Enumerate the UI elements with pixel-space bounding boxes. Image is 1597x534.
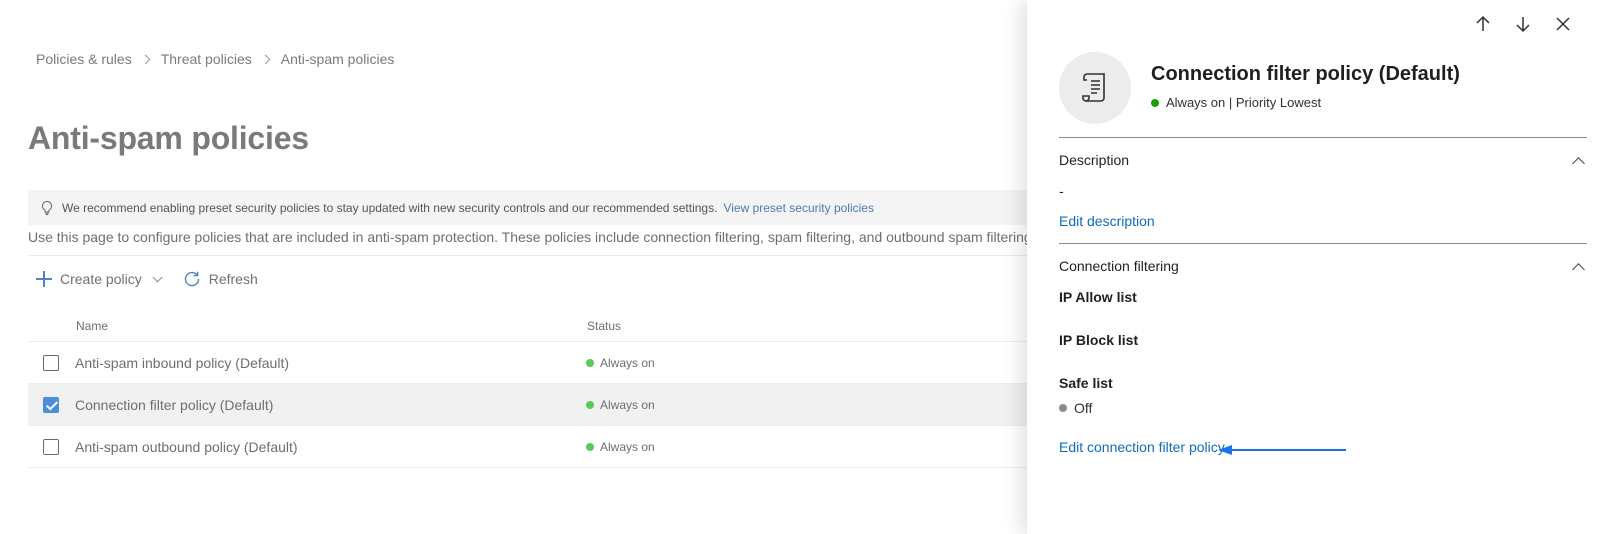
create-policy-button[interactable]: Create policy: [36, 271, 163, 287]
chevron-up-icon: [1572, 156, 1585, 170]
connection-filtering-section-toggle[interactable]: Connection filtering: [1059, 258, 1587, 276]
breadcrumb-item-policies-rules[interactable]: Policies & rules: [36, 51, 132, 67]
policy-name[interactable]: Connection filter policy (Default): [75, 397, 586, 413]
policy-name[interactable]: Anti-spam inbound policy (Default): [75, 355, 586, 371]
breadcrumb: Policies & rules Threat policies Anti-sp…: [36, 51, 394, 67]
toolbar: Create policy Refresh: [36, 270, 258, 288]
description-value: -: [1059, 183, 1064, 199]
connection-filtering-heading: Connection filtering: [1059, 258, 1179, 274]
page-description: Use this page to configure policies that…: [28, 229, 1027, 245]
safe-list-value-text: Off: [1074, 400, 1093, 416]
status-dot: [586, 442, 594, 451]
plus-icon: [36, 271, 52, 287]
row-checkbox[interactable]: [43, 354, 59, 371]
policies-table: Name Status Anti-spam inbound policy (De…: [28, 310, 1027, 468]
close-button[interactable]: [1553, 14, 1573, 34]
edit-description-link[interactable]: Edit description: [1059, 213, 1155, 229]
table-row[interactable]: Anti-spam inbound policy (Default) Alway…: [28, 342, 1027, 384]
safe-list-value: Off: [1059, 400, 1092, 416]
ip-block-list-label: IP Block list: [1059, 332, 1139, 348]
status-cell: Always on: [586, 356, 655, 370]
breadcrumb-item-threat-policies[interactable]: Threat policies: [161, 51, 252, 67]
description-heading: Description: [1059, 152, 1130, 168]
table-row[interactable]: Anti-spam outbound policy (Default) Alwa…: [28, 426, 1027, 468]
status-dot: [1059, 404, 1067, 412]
next-item-button[interactable]: [1513, 14, 1533, 34]
recommendation-banner: We recommend enabling preset security po…: [28, 190, 1027, 225]
chevron-up-icon: [1572, 262, 1585, 276]
policy-status-text: Always on | Priority Lowest: [1166, 95, 1322, 110]
status-text: Always on: [600, 355, 655, 370]
policy-name[interactable]: Anti-spam outbound policy (Default): [75, 439, 586, 455]
view-preset-policies-link[interactable]: View preset security policies: [723, 201, 874, 215]
description-section-toggle[interactable]: Description: [1059, 152, 1587, 170]
refresh-label: Refresh: [208, 271, 258, 287]
table-row[interactable]: Connection filter policy (Default) Alway…: [28, 384, 1027, 426]
main-page: Policies & rules Threat policies Anti-sp…: [0, 0, 1027, 534]
panel-actions: [1473, 14, 1573, 34]
edit-connection-filter-policy-link[interactable]: Edit connection filter policy: [1059, 439, 1225, 455]
status-cell: Always on: [586, 398, 655, 412]
divider: [28, 255, 1027, 256]
column-header-name[interactable]: Name: [76, 319, 587, 333]
row-checkbox[interactable]: [43, 438, 59, 455]
chevron-right-icon: [140, 54, 151, 64]
section-divider: [1059, 243, 1587, 244]
policy-status: Always on | Priority Lowest: [1151, 95, 1321, 110]
annotation-arrow-icon: [1218, 445, 1346, 455]
policy-avatar: [1059, 52, 1131, 124]
lightbulb-icon: [40, 200, 54, 216]
section-divider: [1059, 137, 1587, 138]
table-header: Name Status: [28, 310, 1027, 342]
arrow-down-icon: [1516, 17, 1530, 33]
banner-text: We recommend enabling preset security po…: [62, 200, 718, 215]
row-checkbox[interactable]: [43, 396, 59, 413]
page-title: Anti-spam policies: [28, 120, 309, 156]
breadcrumb-item-anti-spam: Anti-spam policies: [280, 51, 395, 67]
safe-list-label: Safe list: [1059, 375, 1113, 391]
status-dot: [586, 400, 594, 409]
chevron-right-icon: [260, 54, 271, 64]
ip-allow-list-label: IP Allow list: [1059, 289, 1137, 305]
refresh-button[interactable]: Refresh: [161, 270, 258, 288]
status-dot: [586, 358, 594, 367]
status-cell: Always on: [586, 440, 655, 454]
status-dot: [1151, 98, 1159, 107]
previous-item-button[interactable]: [1473, 14, 1493, 34]
refresh-icon: [184, 271, 199, 287]
column-header-status[interactable]: Status: [587, 319, 621, 333]
close-icon: [1556, 17, 1570, 31]
arrow-up-icon: [1476, 15, 1490, 31]
policy-title: Connection filter policy (Default): [1151, 63, 1460, 85]
scroll-document-icon: [1082, 73, 1105, 102]
status-text: Always on: [600, 397, 655, 412]
create-policy-label: Create policy: [60, 271, 142, 287]
status-text: Always on: [600, 439, 655, 454]
